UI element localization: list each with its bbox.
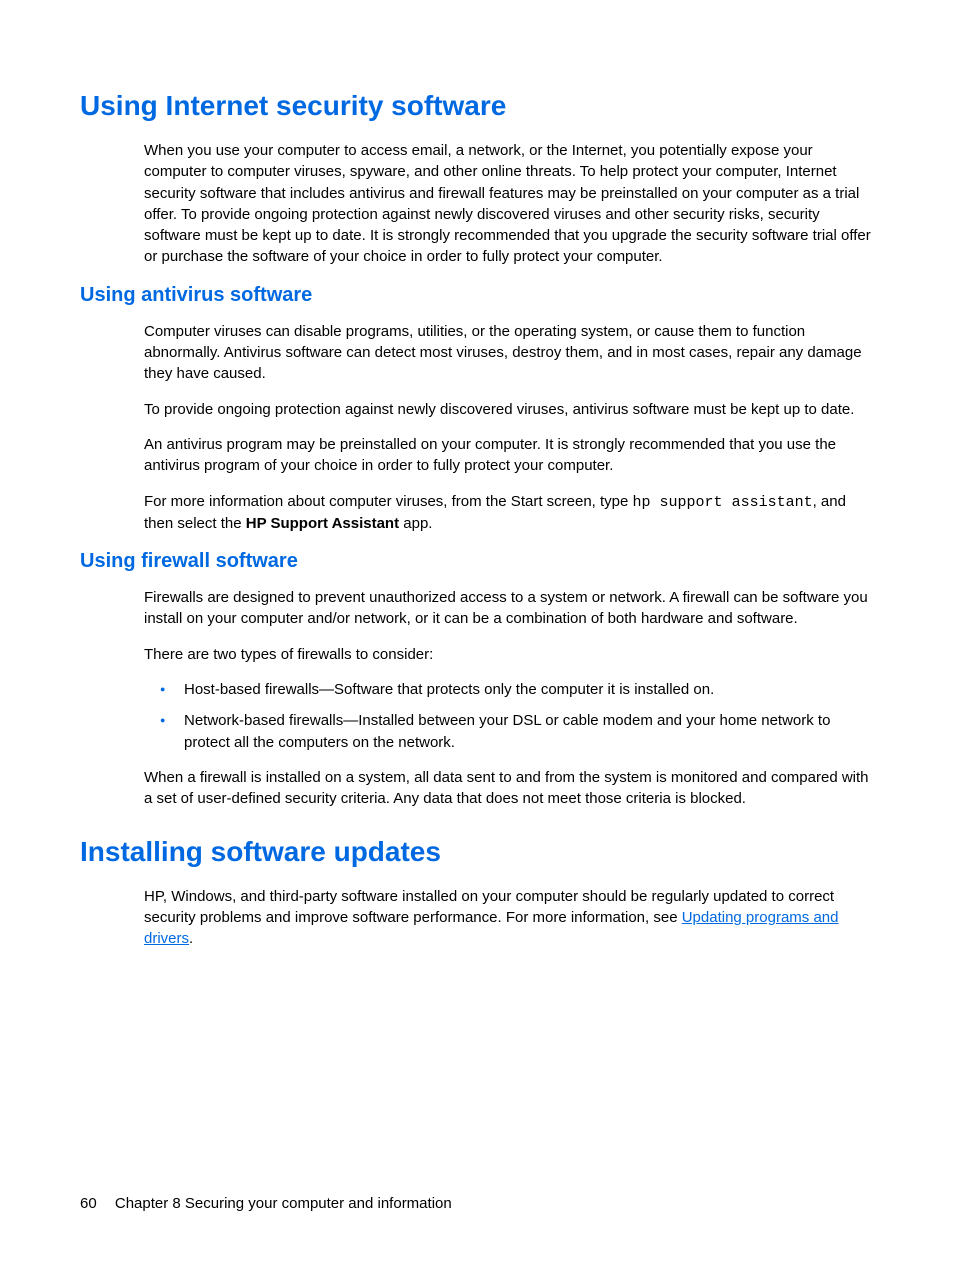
paragraph-security-intro: When you use your computer to access ema… — [144, 140, 874, 268]
page-number: 60 — [80, 1195, 97, 1212]
heading-software-updates: Installing software updates — [80, 836, 874, 868]
paragraph-fw-3: When a firewall is installed on a system… — [144, 767, 874, 810]
paragraph-fw-2: There are two types of firewalls to cons… — [144, 644, 874, 665]
paragraph-av-1: Computer viruses can disable programs, u… — [144, 321, 874, 385]
page-footer: 60 Chapter 8 Securing your computer and … — [80, 1195, 452, 1212]
bold-hp-support-assistant: HP Support Assistant — [246, 515, 399, 532]
code-hp-support-assistant: hp support assistant — [633, 494, 813, 511]
paragraph-av-4: For more information about computer viru… — [144, 491, 874, 535]
paragraph-av-3: An antivirus program may be preinstalled… — [144, 434, 874, 477]
list-item-host-firewall: Host-based firewalls—Software that prote… — [144, 679, 874, 700]
text-av-4-prefix: For more information about computer viru… — [144, 493, 633, 510]
heading-antivirus: Using antivirus software — [80, 284, 874, 307]
paragraph-av-2: To provide ongoing protection against ne… — [144, 399, 874, 420]
chapter-title: Chapter 8 Securing your computer and inf… — [115, 1195, 452, 1212]
paragraph-fw-1: Firewalls are designed to prevent unauth… — [144, 587, 874, 630]
heading-firewall: Using firewall software — [80, 550, 874, 573]
heading-internet-security: Using Internet security software — [80, 90, 874, 122]
text-updates-suffix: . — [189, 930, 193, 947]
firewall-list: Host-based firewalls—Software that prote… — [144, 679, 874, 753]
text-av-4-suffix: app. — [399, 515, 432, 532]
paragraph-updates: HP, Windows, and third-party software in… — [144, 886, 874, 950]
list-item-network-firewall: Network-based firewalls—Installed betwee… — [144, 710, 874, 753]
